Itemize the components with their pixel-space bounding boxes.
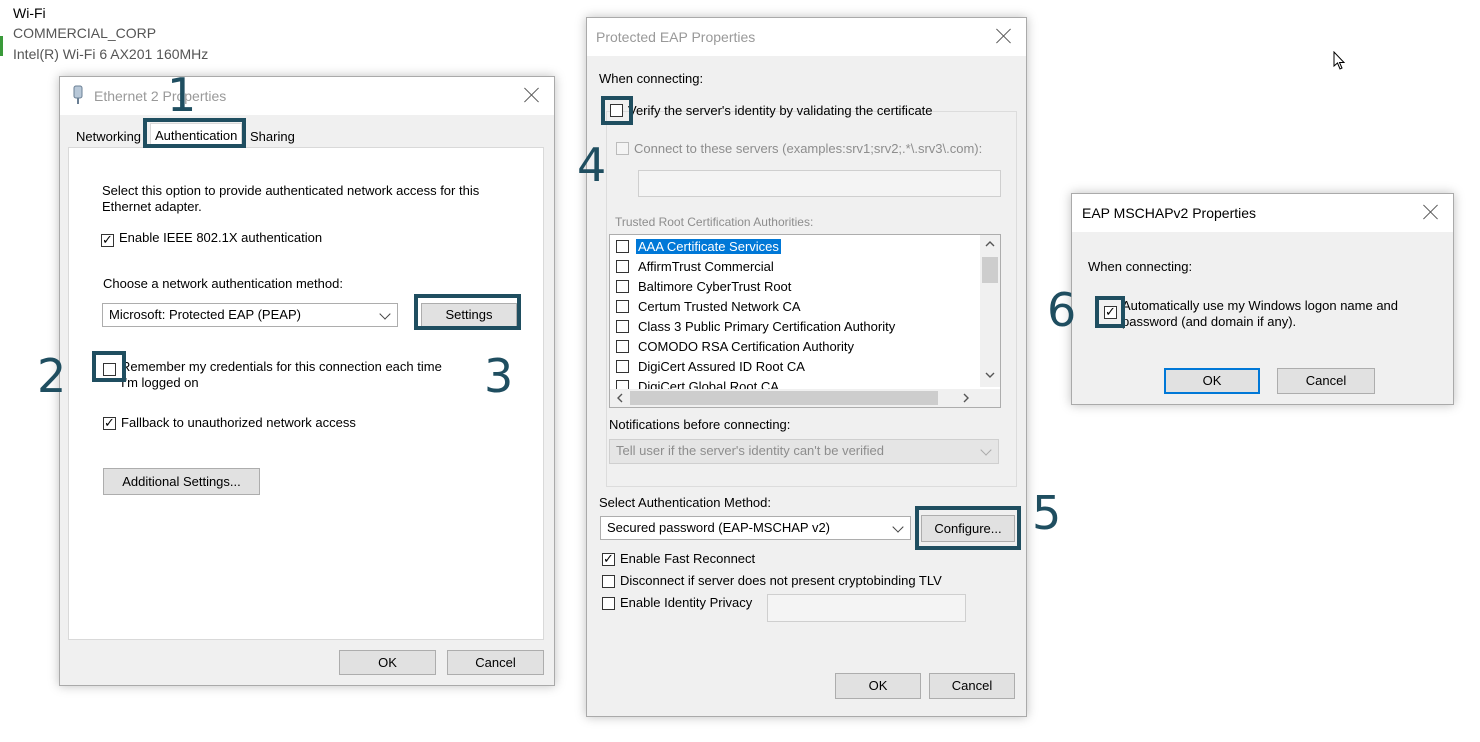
auth-method-value: Microsoft: Protected EAP (PEAP) <box>109 307 301 322</box>
step-number-4: 4 <box>577 138 607 192</box>
enable-8021x-checkbox[interactable] <box>101 232 114 248</box>
tab-networking[interactable]: Networking <box>72 125 145 147</box>
ca-checkbox[interactable] <box>616 300 629 313</box>
scroll-thumb[interactable] <box>982 257 998 283</box>
ca-checkbox[interactable] <box>616 240 629 253</box>
when-connecting-label: When connecting: <box>1088 259 1193 274</box>
scroll-thumb[interactable] <box>630 391 938 405</box>
ethernet-properties-dialog: Ethernet 2 Properties Networking Authent… <box>59 76 555 686</box>
scroll-up-icon[interactable] <box>985 240 995 248</box>
ca-name: COMODO RSA Certification Authority <box>638 339 855 354</box>
ca-name: Certum Trusted Network CA <box>638 299 801 314</box>
step-number-5: 5 <box>1032 486 1062 540</box>
cryptobinding-label: Disconnect if server does not present cr… <box>620 573 942 588</box>
dialog-title: Ethernet 2 Properties <box>94 88 227 104</box>
auth-method-value: Secured password (EAP-MSCHAP v2) <box>607 520 831 535</box>
ca-checkbox[interactable] <box>616 260 629 273</box>
cryptobinding-checkbox[interactable] <box>602 575 615 588</box>
network-name: Wi-Fi <box>13 5 46 21</box>
highlight-verify-checkbox <box>601 96 633 125</box>
identity-privacy-checkbox[interactable] <box>602 597 615 610</box>
choose-method-label: Choose a network authentication method: <box>103 276 343 291</box>
highlight-configure-button <box>915 506 1021 550</box>
ca-name: AAA Certificate Services <box>636 239 781 254</box>
horizontal-scrollbar[interactable] <box>610 389 1000 407</box>
wifi-icon-fragment <box>0 36 3 56</box>
verify-server-label: Verify the server's identity by validati… <box>628 103 933 118</box>
ca-name: AffirmTrust Commercial <box>638 259 774 274</box>
ca-checkbox[interactable] <box>616 340 629 353</box>
ca-checkbox[interactable] <box>616 360 629 373</box>
connect-servers-label: Connect to these servers (examples:srv1;… <box>634 141 983 156</box>
auth-description: Select this option to provide authentica… <box>102 183 480 214</box>
network-adapter-icon <box>73 85 83 104</box>
identity-privacy-label: Enable Identity Privacy <box>620 595 753 610</box>
highlight-auto-logon-checkbox <box>1095 296 1125 328</box>
ca-name: Class 3 Public Primary Certification Aut… <box>638 319 896 334</box>
mouse-cursor-icon <box>1333 51 1346 70</box>
ca-name: DigiCert Assured ID Root CA <box>638 359 805 374</box>
trusted-root-label: Trusted Root Certification Authorities: <box>615 215 814 229</box>
cancel-button[interactable]: Cancel <box>1277 368 1375 394</box>
close-button[interactable] <box>996 28 1012 44</box>
scroll-down-icon[interactable] <box>985 371 995 379</box>
highlight-remember-checkbox <box>92 351 126 382</box>
fast-reconnect-label: Enable Fast Reconnect <box>620 551 756 566</box>
ca-name: Baltimore CyberTrust Root <box>638 279 792 294</box>
fallback-label: Fallback to unauthorized network access <box>121 415 356 430</box>
highlight-settings-button <box>414 294 521 330</box>
remember-credentials-label: Remember my credentials for this connect… <box>121 359 442 390</box>
vertical-scrollbar[interactable] <box>980 235 1000 387</box>
dialog-title: EAP MSCHAPv2 Properties <box>1082 205 1257 221</box>
highlight-authentication-tab <box>143 118 246 148</box>
chevron-down-icon <box>892 521 904 533</box>
ok-button[interactable]: OK <box>339 650 436 675</box>
scroll-left-icon[interactable] <box>616 393 624 403</box>
step-number-1: 1 <box>167 68 197 122</box>
ca-list[interactable]: AAA Certificate Services AffirmTrust Com… <box>609 234 1001 408</box>
step-number-2: 2 <box>37 349 67 403</box>
when-connecting-label: When connecting: <box>599 71 704 86</box>
scroll-right-icon[interactable] <box>962 393 970 403</box>
tab-panel <box>68 147 544 640</box>
auto-logon-label: Automatically use my Windows logon name … <box>1122 298 1399 329</box>
chevron-down-icon <box>980 444 992 456</box>
fallback-checkbox[interactable] <box>103 415 116 431</box>
dialog-title: Protected EAP Properties <box>596 29 756 45</box>
ca-checkbox[interactable] <box>616 280 629 293</box>
adapter-name: Intel(R) Wi-Fi 6 AX201 160MHz <box>13 46 209 62</box>
cancel-button[interactable]: Cancel <box>929 673 1015 699</box>
auth-method-dropdown[interactable]: Microsoft: Protected EAP (PEAP) <box>102 303 398 327</box>
step-number-3: 3 <box>484 349 514 403</box>
additional-settings-button[interactable]: Additional Settings... <box>103 468 260 495</box>
notifications-dropdown[interactable]: Tell user if the server's identity can't… <box>609 439 999 464</box>
fast-reconnect-checkbox[interactable] <box>602 551 615 567</box>
identity-privacy-input[interactable] <box>767 594 966 622</box>
select-auth-label: Select Authentication Method: <box>599 495 772 510</box>
network-ssid: COMMERCIAL_CORP <box>13 25 157 41</box>
close-button[interactable] <box>1423 204 1439 220</box>
cancel-button[interactable]: Cancel <box>447 650 544 675</box>
step-number-6: 6 <box>1047 283 1077 337</box>
chevron-down-icon <box>379 308 391 320</box>
close-button[interactable] <box>524 87 540 103</box>
notifications-value: Tell user if the server's identity can't… <box>616 443 884 458</box>
notifications-label: Notifications before connecting: <box>609 417 791 432</box>
tab-sharing[interactable]: Sharing <box>246 125 299 147</box>
connect-servers-checkbox[interactable] <box>616 142 629 155</box>
auth-method-dropdown[interactable]: Secured password (EAP-MSCHAP v2) <box>600 516 911 540</box>
mschapv2-properties-dialog: EAP MSCHAPv2 Properties When connecting:… <box>1071 193 1454 405</box>
enable-8021x-label: Enable IEEE 802.1X authentication <box>119 230 323 245</box>
peap-properties-dialog: Protected EAP Properties When connecting… <box>586 17 1027 717</box>
ok-button[interactable]: OK <box>1164 368 1260 394</box>
servers-input[interactable] <box>638 170 1001 197</box>
ok-button[interactable]: OK <box>835 673 921 699</box>
ca-checkbox[interactable] <box>616 320 629 333</box>
